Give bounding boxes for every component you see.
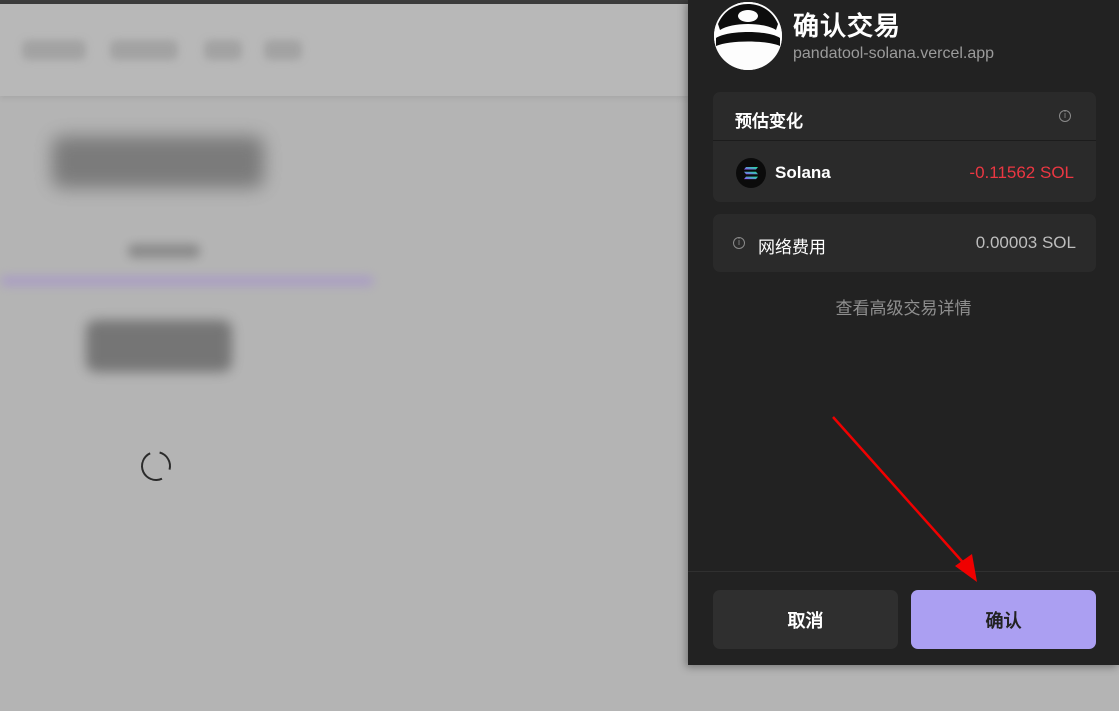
estimated-changes-card: 预估变化 i Solana -0.11562 SOL xyxy=(713,92,1096,202)
info-icon[interactable]: i xyxy=(733,237,745,249)
blurred-nav-item xyxy=(22,40,86,60)
request-title: 确认交易 xyxy=(793,11,902,41)
blurred-progress-bar xyxy=(0,276,374,286)
advanced-details-link[interactable]: 查看高级交易详情 xyxy=(688,294,1119,319)
token-amount-change: -0.11562 SOL xyxy=(969,163,1074,182)
cancel-button[interactable]: 取消 xyxy=(713,590,898,649)
network-fee-label: 网络费用 xyxy=(758,238,826,257)
blurred-nav-item xyxy=(204,40,242,60)
confirm-button[interactable]: 确认 xyxy=(911,590,1096,649)
network-fee-value: 0.00003 SOL xyxy=(975,233,1076,252)
solana-logo-icon xyxy=(736,158,766,188)
token-name: Solana xyxy=(775,163,831,182)
panda-avatar-icon xyxy=(714,2,782,70)
info-icon[interactable]: i xyxy=(1059,110,1071,122)
background-navbar xyxy=(0,4,688,96)
blurred-nav-item xyxy=(110,40,178,60)
blurred-page-subtitle xyxy=(128,244,200,258)
request-origin: pandatool-solana.vercel.app xyxy=(793,45,995,62)
network-fee-card: i 网络费用 0.00003 SOL xyxy=(713,214,1096,272)
blurred-page-title xyxy=(52,136,264,188)
estimated-changes-label: 预估变化 xyxy=(735,112,803,131)
estimated-changes-header: 预估变化 i xyxy=(713,92,1096,141)
blurred-action-button xyxy=(86,320,232,372)
spinner-arc xyxy=(135,445,177,487)
blurred-nav-item xyxy=(264,40,302,60)
